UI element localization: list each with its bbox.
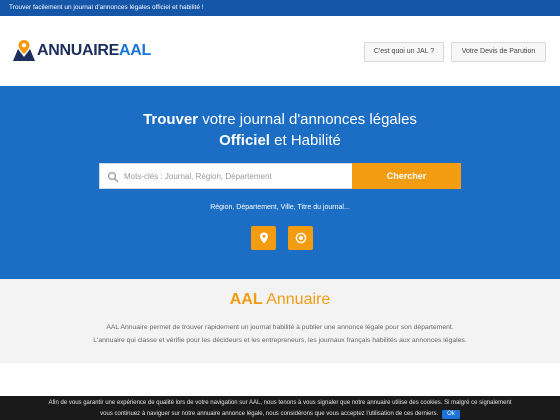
nav-what-is-jal-button[interactable]: C'est quoi un JAL ? <box>364 42 444 62</box>
cookie-text-line2-row: vous continuez à naviguer sur notre annu… <box>0 410 560 419</box>
hero-heading-line1-bold: Trouver <box>143 111 199 128</box>
intro-title: AAL Annuaire <box>0 291 560 309</box>
cookie-accept-button[interactable]: Ok <box>442 410 460 419</box>
search-input[interactable] <box>124 164 349 188</box>
map-marker-icon <box>259 232 268 244</box>
logo-wordmark-accent: AAL <box>119 42 152 59</box>
search-hint: Région, Département, Ville, Titre du jou… <box>210 204 350 211</box>
logo-wordmark-main: ANNUAIRE <box>37 42 120 59</box>
hero-section: Trouver votre journal d'annonces légales… <box>0 86 560 279</box>
logo-pin-icon <box>13 40 35 61</box>
location-button[interactable] <box>251 226 276 250</box>
top-announcement-text: Trouver facilement un journal d'annonces… <box>9 4 204 11</box>
intro-title-rest: Annuaire <box>262 291 331 308</box>
search-button[interactable]: Chercher <box>352 163 461 189</box>
cookie-text-line1: Afin de vous garantir une expérience de … <box>48 400 512 406</box>
target-icon <box>295 232 306 244</box>
intro-section: AAL Annuaire AAL Annuaire permet de trou… <box>0 279 560 363</box>
hero-heading-line2-bold: Officiel <box>219 132 270 149</box>
hero-heading-line1: Trouver votre journal d'annonces légales <box>0 111 560 129</box>
site-logo[interactable]: ANNUAIREAAL <box>12 36 151 66</box>
geolocate-button[interactable] <box>288 226 313 250</box>
intro-title-bold: AAL <box>229 291 263 308</box>
hero-heading-line2: Officiel et Habilité <box>0 132 560 150</box>
search-icon <box>107 171 119 183</box>
page-spacer <box>0 363 560 396</box>
site-header: ANNUAIREAAL C'est quoi un JAL ? Votre De… <box>0 16 560 86</box>
cookie-banner: Afin de vous garantir une expérience de … <box>0 396 560 420</box>
nav-quote-button[interactable]: Votre Devis de Parution <box>451 42 546 62</box>
logo-wordmark: ANNUAIREAAL <box>37 43 151 59</box>
cookie-text-line2: vous continuez à naviguer sur notre annu… <box>100 411 439 417</box>
hero-heading-line2-rest: et Habilité <box>269 132 341 149</box>
top-announcement-bar: Trouver facilement un journal d'annonces… <box>0 0 560 16</box>
search-box <box>99 163 352 189</box>
intro-paragraph-1: AAL Annuaire permet de trouver rapidemen… <box>106 324 454 331</box>
intro-paragraph-2: L'annuaire qui classe et vérifie pour le… <box>93 337 467 344</box>
hero-heading-line1-rest: votre journal d'annonces légales <box>198 111 417 128</box>
